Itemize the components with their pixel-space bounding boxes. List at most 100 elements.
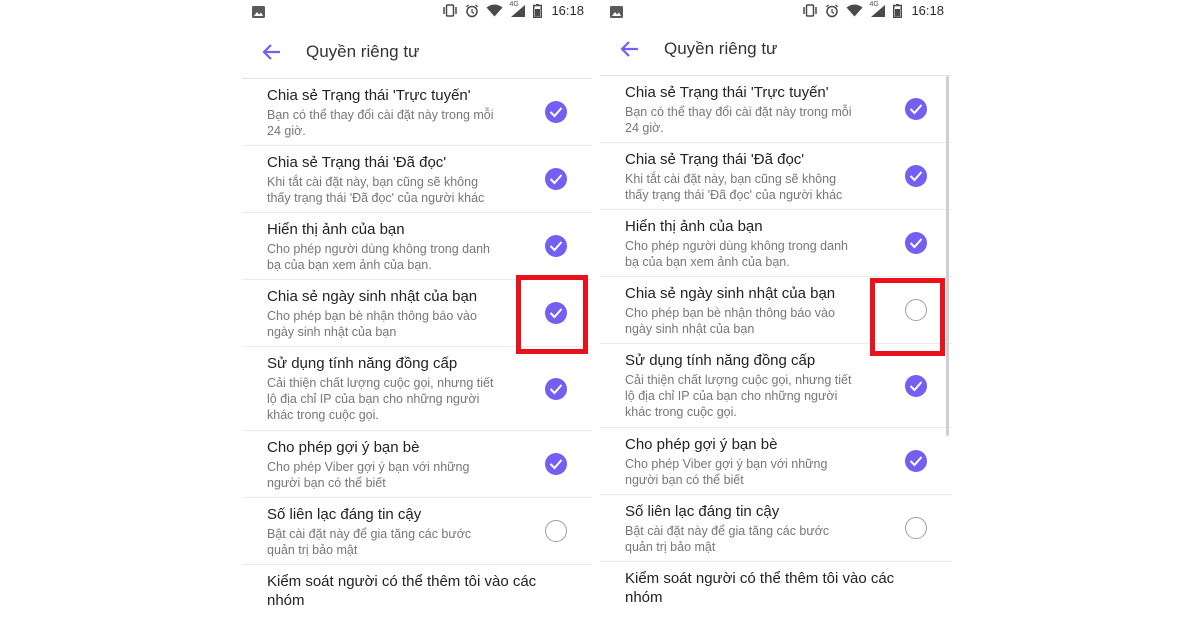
checkbox-unchecked[interactable] — [905, 517, 927, 539]
setting-description-line: Cải thiện chất lượng cuộc gọi, nhưng tiế… — [267, 376, 494, 390]
battery-icon — [893, 3, 903, 18]
setting-title: Kiểm soát người có thể thêm tôi vào các … — [625, 570, 895, 606]
arrow-left-icon[interactable] — [260, 40, 284, 64]
setting-title: Cho phép gợi ý bạn bè — [625, 436, 778, 453]
setting-title: Chia sẻ Trạng thái 'Đã đọc' — [267, 154, 447, 171]
setting-description-line: Bật cài đặt này để gia tăng các bước — [625, 524, 830, 538]
page-title: Quyền riêng tư — [306, 42, 420, 61]
setting-description: Cho phép Viber gợi ý bạn với những người … — [625, 456, 880, 488]
setting-description: Khi tắt cài đặt này, bạn cũng sẽ không th… — [625, 171, 880, 203]
setting-description: Bật cài đặt này để gia tăng các bước quản… — [625, 523, 880, 555]
cellular-4g-icon: 4G — [509, 0, 526, 18]
checkbox-checked[interactable] — [905, 165, 927, 187]
settings-row[interactable]: Hiển thị ảnh của bạn Cho phép người dùng … — [600, 210, 952, 277]
setting-description-line: lộ địa chỉ IP của bạn cho những người — [267, 392, 480, 406]
setting-description-line: thấy trạng thái 'Đã đọc' của người khác — [267, 191, 485, 205]
setting-description-line: Bật cài đặt này để gia tăng các bước — [267, 527, 472, 541]
setting-description-line: ngày sinh nhật của bạn — [267, 325, 397, 339]
setting-title: Hiển thị ảnh của bạn — [625, 218, 763, 235]
setting-description-line: Cho phép Viber gợi ý bạn với những — [625, 457, 828, 471]
check-icon — [549, 174, 563, 185]
settings-row[interactable]: Sử dụng tính năng đồng cấp Cải thiện chất… — [242, 347, 592, 431]
setting-description-line: Cho phép người dùng không trong danh — [625, 239, 848, 253]
setting-description: Cho phép người dùng không trong danh bạ c… — [267, 241, 522, 273]
settings-row[interactable]: Chia sẻ Trạng thái 'Đã đọc' Khi tắt cài đ… — [600, 143, 952, 210]
setting-description-line: bạ của bạn xem ảnh của bạn. — [625, 255, 790, 269]
checkbox-checked[interactable] — [905, 450, 927, 472]
check-icon — [549, 383, 563, 394]
settings-row[interactable]: Chia sẻ Trạng thái 'Trực tuyến' Bạn có th… — [600, 76, 952, 143]
check-icon — [909, 380, 923, 391]
highlight-box — [870, 278, 945, 356]
settings-row[interactable]: Kiểm soát người có thể thêm tôi vào các … — [600, 562, 952, 624]
setting-description-line: Bạn có thể thay đổi cài đặt này trong mỗ… — [267, 108, 494, 122]
setting-description-line: ngày sinh nhật của bạn — [625, 322, 755, 336]
check-icon — [549, 107, 563, 118]
setting-description: Bật cài đặt này để gia tăng các bước quản… — [267, 526, 522, 558]
setting-description: Bạn có thể thay đổi cài đặt này trong mỗ… — [267, 107, 522, 139]
app-bar: Quyền riêng tư — [242, 28, 592, 76]
check-icon — [549, 241, 563, 252]
checkbox-checked[interactable] — [905, 232, 927, 254]
vibrate-icon — [442, 4, 458, 17]
setting-description-line: thấy trạng thái 'Đã đọc' của người khác — [625, 188, 843, 202]
setting-description-line: 24 giờ. — [267, 124, 306, 138]
setting-description-line: khác trong cuộc gọi. — [267, 408, 379, 422]
setting-description-line: Cho phép người dùng không trong danh — [267, 242, 490, 256]
setting-title: Số liên lạc đáng tin cậy — [267, 506, 422, 523]
settings-row[interactable]: Chia sẻ Trạng thái 'Trực tuyến' Bạn có th… — [242, 79, 592, 146]
highlight-box — [516, 275, 588, 354]
checkbox-checked[interactable] — [905, 374, 927, 397]
setting-title: Chia sẻ Trạng thái 'Trực tuyến' — [267, 87, 471, 104]
checkbox-checked[interactable] — [545, 235, 567, 257]
setting-description: Cải thiện chất lượng cuộc gọi, nhưng tiế… — [625, 372, 880, 420]
setting-title: Chia sẻ Trạng thái 'Trực tuyến' — [625, 84, 829, 101]
setting-description-line: quản trị bảo mật — [625, 540, 716, 554]
setting-title: Số liên lạc đáng tin cậy — [625, 503, 780, 520]
setting-description-line: Khi tắt cài đặt này, bạn cũng sẽ không — [625, 172, 837, 186]
check-icon — [909, 171, 923, 182]
settings-row[interactable]: Hiển thị ảnh của bạn Cho phép người dùng … — [242, 213, 592, 280]
check-icon — [909, 238, 923, 249]
settings-row[interactable]: Cho phép gợi ý bạn bè Cho phép Viber gợi … — [242, 431, 592, 498]
setting-title: Hiển thị ảnh của bạn — [267, 221, 405, 238]
scrollbar[interactable] — [946, 76, 949, 436]
setting-title: Chia sẻ Trạng thái 'Đã đọc' — [625, 151, 805, 168]
network-type-label: 4G — [869, 0, 879, 8]
setting-description-line: Cho phép Viber gợi ý bạn với những — [267, 460, 470, 474]
settings-row[interactable]: Sử dụng tính năng đồng cấp Cải thiện chất… — [600, 344, 952, 428]
checkbox-checked[interactable] — [545, 168, 567, 190]
settings-row[interactable]: Cho phép gợi ý bạn bè Cho phép Viber gợi … — [600, 428, 952, 495]
setting-description-line: khác trong cuộc gọi. — [625, 405, 737, 419]
check-icon — [909, 104, 923, 115]
network-type-label: 4G — [509, 0, 519, 8]
checkbox-checked[interactable] — [905, 98, 927, 120]
setting-description: Bạn có thể thay đổi cài đặt này trong mỗ… — [625, 104, 880, 136]
checkbox-checked[interactable] — [545, 453, 567, 475]
settings-row[interactable]: Chia sẻ Trạng thái 'Đã đọc' Khi tắt cài đ… — [242, 146, 592, 213]
page-title: Quyền riêng tư — [664, 39, 778, 58]
checkbox-unchecked[interactable] — [545, 520, 567, 542]
setting-description-line: quản trị bảo mật — [267, 543, 358, 557]
setting-description-line: Bạn có thể thay đổi cài đặt này trong mỗ… — [625, 105, 852, 119]
setting-description-line: bạ của bạn xem ảnh của bạn. — [267, 258, 432, 272]
app-bar: Quyền riêng tư — [600, 25, 952, 73]
settings-row[interactable]: Số liên lạc đáng tin cậy Bật cài đặt này … — [600, 495, 952, 562]
setting-description: Cho phép Viber gợi ý bạn với những người … — [267, 459, 522, 491]
setting-description-line: 24 giờ. — [625, 121, 664, 135]
arrow-left-icon[interactable] — [618, 37, 642, 61]
setting-description: Khi tắt cài đặt này, bạn cũng sẽ không th… — [267, 174, 522, 206]
wifi-icon — [486, 4, 503, 17]
status-time: 16:18 — [911, 3, 944, 18]
settings-row[interactable]: Kiểm soát người có thể thêm tôi vào các … — [242, 565, 592, 625]
setting-description: Cải thiện chất lượng cuộc gọi, nhưng tiế… — [267, 375, 522, 423]
setting-description: Cho phép người dùng không trong danh bạ c… — [625, 238, 880, 270]
gallery-notification-icon — [252, 5, 265, 23]
cellular-4g-icon: 4G — [869, 0, 886, 18]
setting-description-line: Cải thiện chất lượng cuộc gọi, nhưng tiế… — [625, 373, 852, 387]
settings-row[interactable]: Số liên lạc đáng tin cậy Bật cài đặt này … — [242, 498, 592, 565]
wifi-icon — [846, 4, 863, 17]
checkbox-checked[interactable] — [545, 377, 567, 400]
checkbox-checked[interactable] — [545, 101, 567, 123]
alarm-icon — [825, 4, 839, 18]
